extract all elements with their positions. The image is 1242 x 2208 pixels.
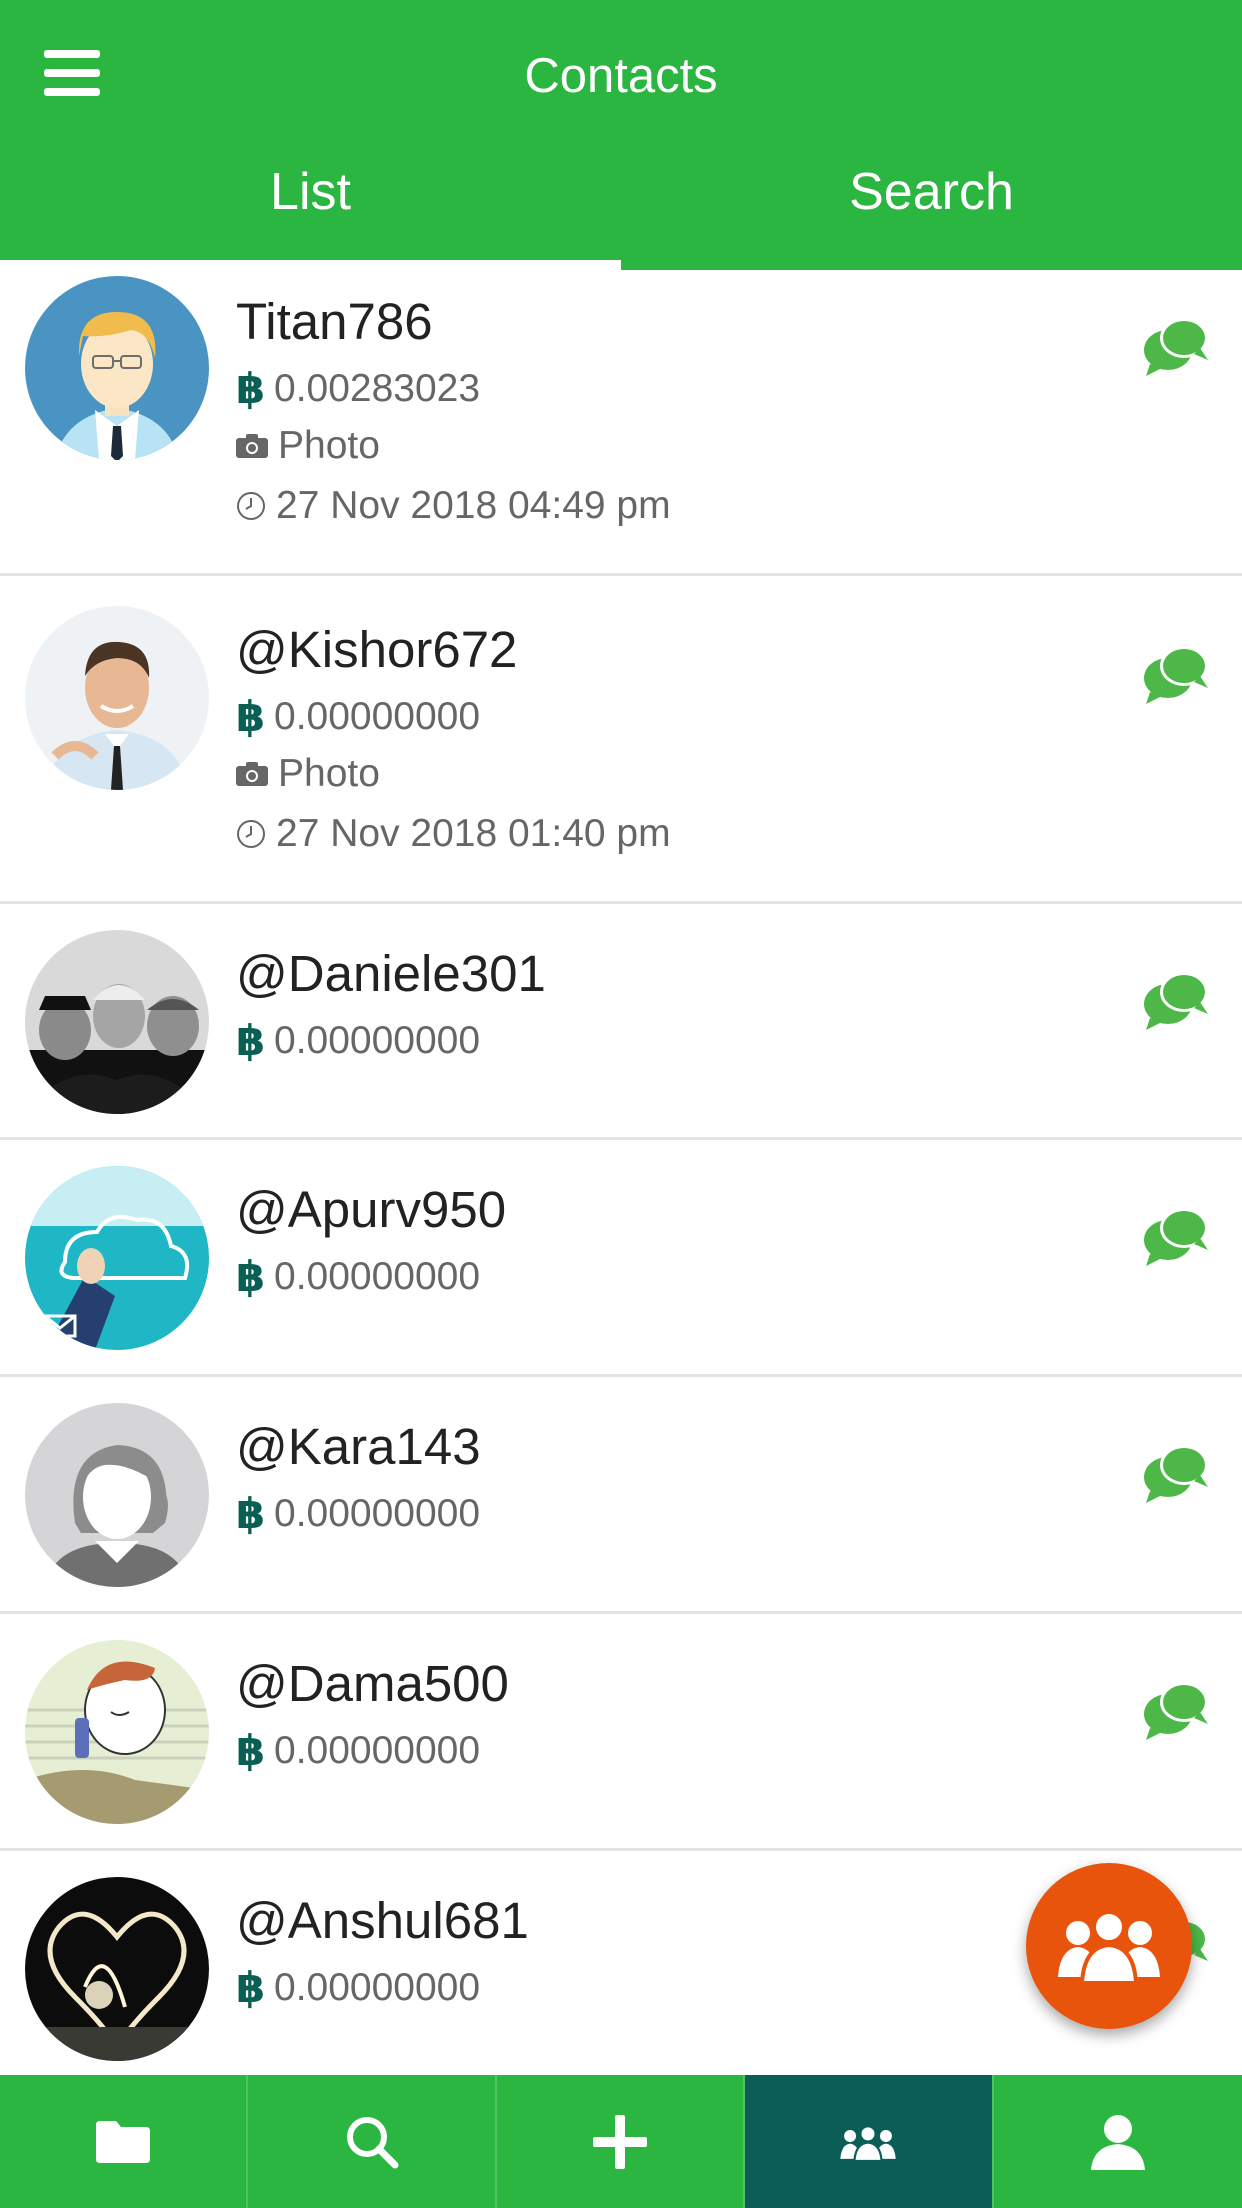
chat-bubbles-icon[interactable] (1142, 1676, 1210, 1742)
contact-name: @Anshul681 (236, 1892, 529, 1949)
balance-value: 0.00000000 (274, 1965, 481, 2009)
avatar (25, 276, 209, 460)
balance-value: 0.00283023 (274, 366, 481, 410)
balance: ฿ 0.00000000 (236, 1489, 480, 1538)
bitcoin-icon: ฿ (236, 1017, 266, 1064)
user-icon (1090, 2114, 1145, 2170)
balance-value: 0.00000000 (274, 1728, 481, 1772)
bitcoin-icon: ฿ (236, 365, 266, 412)
balance: ฿ 0.00000000 (236, 1016, 480, 1065)
nav-profile[interactable] (994, 2075, 1242, 2208)
nav-search[interactable] (248, 2075, 497, 2208)
app-header: Contacts List Search (0, 0, 1242, 270)
search-icon (346, 2116, 399, 2168)
balance-value: 0.00000000 (274, 1254, 481, 1298)
timestamp-text: 27 Nov 2018 01:40 pm (276, 812, 671, 855)
contact-name: @Kara143 (236, 1418, 481, 1475)
bitcoin-icon: ฿ (236, 1964, 266, 2011)
timestamp: 27 Nov 2018 01:40 pm (236, 812, 671, 856)
page-title: Contacts (524, 49, 718, 103)
camera-icon (236, 762, 268, 786)
balance-value: 0.00000000 (274, 1491, 481, 1535)
contact-name: @Daniele301 (236, 945, 546, 1002)
contact-row[interactable]: @Apurv950 ฿ 0.00000000 (0, 1140, 1242, 1377)
balance: ฿ 0.00000000 (236, 1963, 480, 2012)
clock-icon (237, 492, 265, 520)
last-message: Photo (236, 424, 380, 468)
avatar (25, 606, 209, 790)
bitcoin-icon: ฿ (236, 1253, 266, 1300)
contact-row[interactable]: @Kara143 ฿ 0.00000000 (0, 1377, 1242, 1614)
last-message-text: Photo (278, 424, 380, 467)
contact-name: @Kishor672 (236, 621, 518, 678)
avatar (25, 1640, 209, 1824)
balance: ฿ 0.00000000 (236, 1252, 480, 1301)
balance: ฿ 0.00000000 (236, 1726, 480, 1775)
tab-list[interactable]: List (0, 162, 621, 222)
avatar (25, 930, 209, 1114)
new-group-fab[interactable] (1026, 1863, 1192, 2029)
contact-row[interactable]: Titan786 ฿ 0.00283023 Photo 27 Nov 2018 … (0, 270, 1242, 576)
chat-bubbles-icon[interactable] (1142, 1202, 1210, 1268)
last-message: Photo (236, 752, 380, 796)
timestamp: 27 Nov 2018 04:49 pm (236, 484, 671, 528)
balance: ฿ 0.00283023 (236, 364, 480, 413)
bitcoin-icon: ฿ (236, 693, 266, 740)
avatar (25, 1403, 209, 1587)
group-icon (840, 2124, 897, 2161)
chat-bubbles-icon[interactable] (1142, 640, 1210, 706)
plus-icon (592, 2114, 647, 2169)
group-icon (1058, 1910, 1160, 1985)
folder-icon (96, 2120, 151, 2163)
active-tab-indicator (0, 260, 621, 270)
nav-folder[interactable] (0, 2075, 249, 2208)
bitcoin-icon: ฿ (236, 1490, 266, 1537)
camera-icon (236, 434, 268, 458)
clock-icon (237, 820, 265, 848)
bitcoin-icon: ฿ (236, 1727, 266, 1774)
balance-value: 0.00000000 (274, 694, 481, 738)
nav-add[interactable] (497, 2075, 746, 2208)
avatar (25, 1877, 209, 2061)
chat-bubbles-icon[interactable] (1142, 312, 1210, 378)
balance-value: 0.00000000 (274, 1018, 481, 1062)
timestamp-text: 27 Nov 2018 04:49 pm (276, 484, 671, 527)
contact-list[interactable]: Titan786 ฿ 0.00283023 Photo 27 Nov 2018 … (0, 270, 1242, 2075)
bottom-nav (0, 2075, 1242, 2208)
contact-row[interactable]: @Kishor672 ฿ 0.00000000 Photo 27 Nov 201… (0, 576, 1242, 904)
avatar (25, 1166, 209, 1350)
last-message-text: Photo (278, 752, 380, 795)
contact-name: @Dama500 (236, 1655, 509, 1712)
contact-row[interactable]: @Daniele301 ฿ 0.00000000 (0, 904, 1242, 1140)
chat-bubbles-icon[interactable] (1142, 1439, 1210, 1505)
nav-contacts[interactable] (745, 2075, 994, 2208)
contact-name: @Apurv950 (236, 1181, 507, 1238)
tab-search[interactable]: Search (621, 162, 1242, 222)
contact-row[interactable]: @Dama500 ฿ 0.00000000 (0, 1614, 1242, 1851)
chat-bubbles-icon[interactable] (1142, 966, 1210, 1032)
balance: ฿ 0.00000000 (236, 692, 480, 741)
contact-name: Titan786 (236, 293, 433, 350)
